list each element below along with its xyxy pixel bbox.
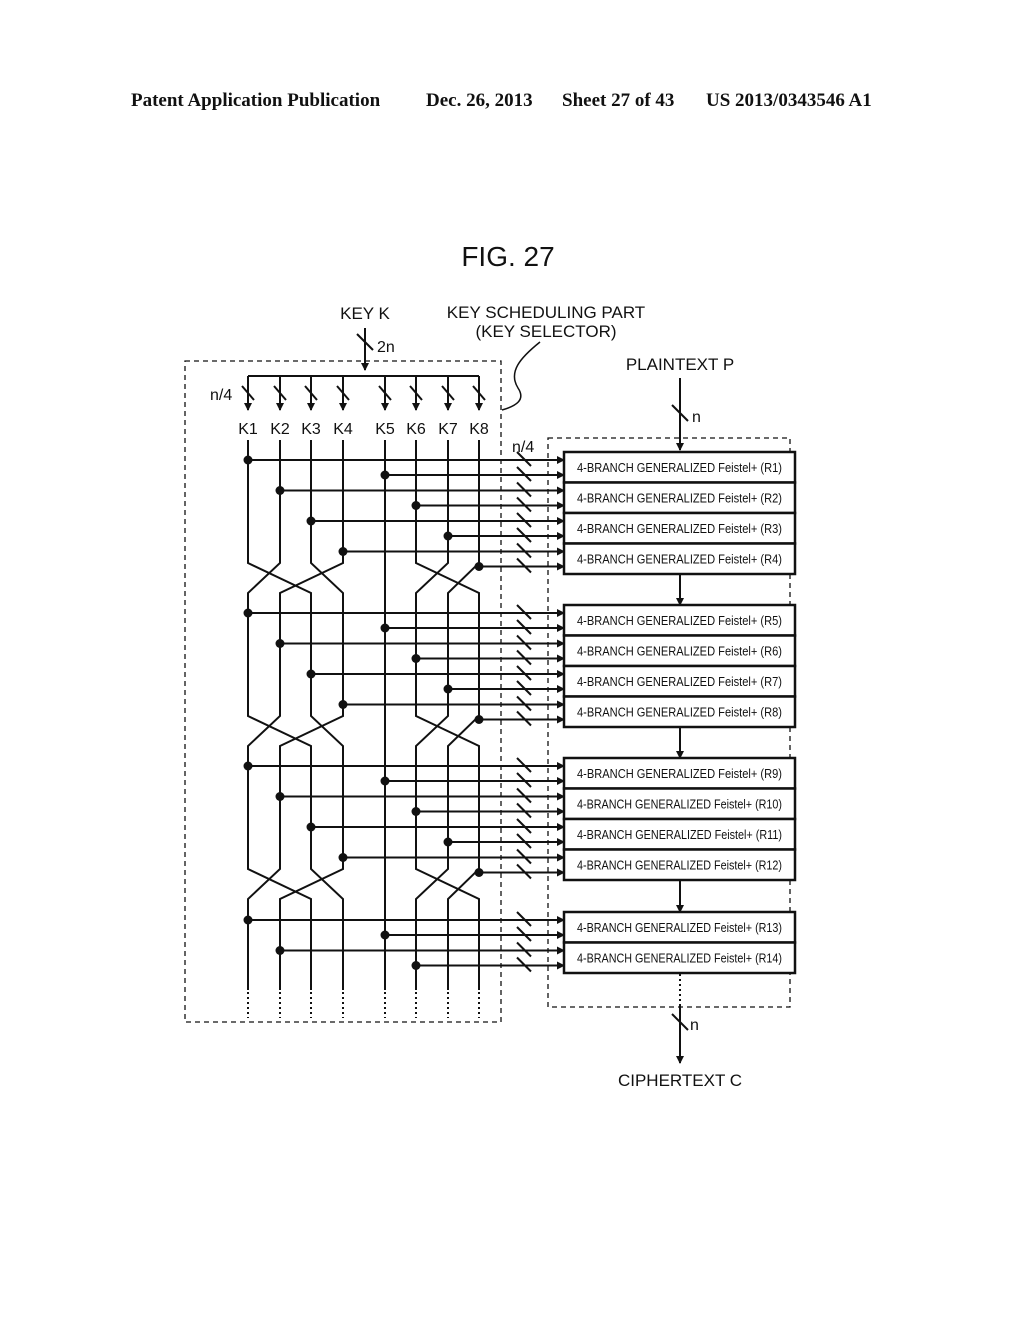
round-label-r12: 4-BRANCH GENERALIZED Feistel+ (R12)	[577, 858, 782, 873]
subkey-label-k1: K1	[238, 421, 258, 438]
subkey-width-label: n/4	[210, 387, 232, 404]
subkey-label-k2: K2	[270, 421, 290, 438]
ciphertext-width-label: n	[690, 1017, 699, 1034]
round-label-r3: 4-BRANCH GENERALIZED Feistel+ (R3)	[577, 521, 782, 536]
key-wire	[247, 440, 344, 990]
round-label-r6: 4-BRANCH GENERALIZED Feistel+ (R6)	[577, 644, 782, 659]
key-part-leader-line	[501, 341, 541, 411]
subkey-label-k8: K8	[469, 421, 489, 438]
round-label-r4: 4-BRANCH GENERALIZED Feistel+ (R4)	[577, 552, 782, 567]
round-label-r7: 4-BRANCH GENERALIZED Feistel+ (R7)	[577, 674, 782, 689]
round-label-r2: 4-BRANCH GENERALIZED Feistel+ (R2)	[577, 491, 782, 506]
subkey-label-k6: K6	[406, 421, 426, 438]
key-input-label: KEY K	[340, 304, 390, 323]
subkey-label-k3: K3	[301, 421, 321, 438]
round-label-r10: 4-BRANCH GENERALIZED Feistel+ (R10)	[577, 797, 782, 812]
subkey-label-k4: K4	[333, 421, 353, 438]
figure-diagram: FIG. 27 KEY K 2n KEY SCHEDULING PART (KE…	[184, 241, 797, 1090]
round-label-r1: 4-BRANCH GENERALIZED Feistel+ (R1)	[577, 460, 782, 475]
key-part-label-1: KEY SCHEDULING PART	[447, 303, 645, 322]
round-label-r9: 4-BRANCH GENERALIZED Feistel+ (R9)	[577, 766, 782, 781]
key-width-label: 2n	[377, 339, 395, 356]
key-wire	[247, 440, 344, 990]
key-part-label-2: (KEY SELECTOR)	[475, 322, 616, 341]
key-wire	[247, 440, 344, 990]
subkey-label-k7: K7	[438, 421, 458, 438]
ciphertext-label: CIPHERTEXT C	[618, 1071, 742, 1090]
plaintext-label: PLAINTEXT P	[626, 355, 734, 374]
plaintext-width-label: n	[692, 409, 701, 426]
round-label-r8: 4-BRANCH GENERALIZED Feistel+ (R8)	[577, 705, 782, 720]
figure-title: FIG. 27	[461, 241, 554, 272]
bus-width-label: n/4	[512, 439, 534, 456]
round-label-r14: 4-BRANCH GENERALIZED Feistel+ (R14)	[577, 951, 782, 966]
subkey-label-k5: K5	[375, 421, 395, 438]
round-label-r13: 4-BRANCH GENERALIZED Feistel+ (R13)	[577, 920, 782, 935]
round-label-r5: 4-BRANCH GENERALIZED Feistel+ (R5)	[577, 613, 782, 628]
key-wire	[247, 440, 344, 990]
round-label-r11: 4-BRANCH GENERALIZED Feistel+ (R11)	[577, 827, 782, 842]
